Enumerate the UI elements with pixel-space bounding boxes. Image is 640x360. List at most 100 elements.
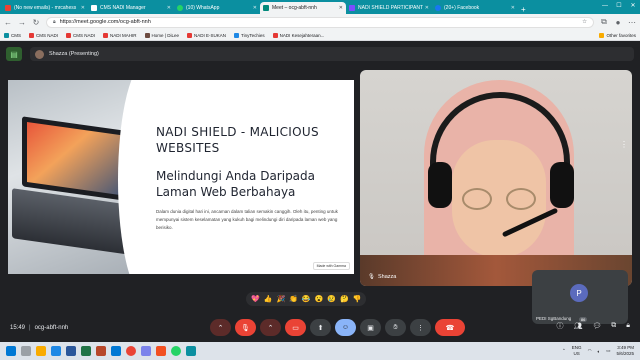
chat-icon[interactable]: 💬︎ xyxy=(592,322,601,330)
bookmark[interactable]: TinyTechies xyxy=(234,32,265,38)
minimize-button[interactable]: — xyxy=(598,0,612,12)
store-icon[interactable] xyxy=(156,346,166,356)
reaction-heart[interactable]: 💖 xyxy=(251,295,260,303)
tab-whatsapp[interactable]: (10) WhatsApp ✕ xyxy=(174,2,260,14)
bookmark-icon xyxy=(103,32,109,38)
wifi-icon[interactable]: ◠ xyxy=(588,348,592,354)
close-icon[interactable]: ✕ xyxy=(425,5,429,11)
browser-tab-strip: (No new emails) - mrcahess ✕ CMS NADI Man… xyxy=(0,0,640,14)
camera-options-button[interactable]: ⌃ xyxy=(260,319,281,336)
avatar xyxy=(35,49,44,59)
mic-options-button[interactable]: ⌃ xyxy=(210,319,231,336)
reaction-surprised[interactable]: 😮 xyxy=(315,295,324,303)
extensions-icon[interactable]: ⧉ xyxy=(600,17,608,27)
chrome-icon[interactable] xyxy=(126,346,136,356)
tab-gmail[interactable]: (No new emails) - mrcahess ✕ xyxy=(2,2,88,14)
bookmark[interactable]: CMS NADI xyxy=(66,32,95,38)
slide-title: NADI SHIELD - MALICIOUS WEBSITES xyxy=(156,125,319,155)
app-icon[interactable] xyxy=(186,346,196,356)
tab-facebook[interactable]: (20+) Facebook ✕ xyxy=(432,2,518,14)
back-icon[interactable]: ← xyxy=(4,18,12,27)
menu-icon[interactable]: ⋯ xyxy=(628,18,636,27)
bookmark[interactable]: CMS xyxy=(4,32,21,38)
tab-cms[interactable]: CMS NADI Manager ✕ xyxy=(88,2,174,14)
word-icon[interactable] xyxy=(66,346,76,356)
layout-toggle-button[interactable]: ▤ xyxy=(6,47,22,61)
forward-icon[interactable]: → xyxy=(18,18,26,27)
clock[interactable]: 3:49 PM 5/6/2025 xyxy=(616,345,634,357)
bookmark-label: CMS NADI xyxy=(36,32,59,38)
bookmark[interactable]: NADI E-SUKAN xyxy=(186,32,226,38)
headset-ear-left xyxy=(428,162,452,208)
tab-nadi-shield[interactable]: NADI SHIELD PARTICIPANT ✕ xyxy=(346,2,432,14)
more-options-button[interactable]: ⋮ xyxy=(410,319,431,336)
slide-curve xyxy=(118,80,148,274)
info-icon[interactable]: ⓘ xyxy=(556,321,563,331)
captions-button[interactable]: ▣ xyxy=(360,319,381,336)
close-icon[interactable]: ✕ xyxy=(339,5,343,11)
bookmark[interactable]: Home | DiLee xyxy=(144,32,179,38)
maximize-button[interactable]: ☐ xyxy=(612,0,626,12)
slide-subtitle: Melindungi Anda Daripada Laman Web Berba… xyxy=(156,169,316,199)
bookmark[interactable]: NADI Kesejahteraan... xyxy=(272,32,324,38)
volume-icon[interactable]: 🔈︎ xyxy=(598,349,601,354)
camera-toggle-button[interactable]: ▭ xyxy=(285,319,306,336)
reaction-clap[interactable]: 👏 xyxy=(289,295,298,303)
reaction-thumbs-up[interactable]: 👍 xyxy=(264,295,273,303)
windows-start-icon[interactable] xyxy=(6,346,16,356)
file-explorer-icon[interactable] xyxy=(36,346,46,356)
reaction-laugh[interactable]: 😂 xyxy=(302,295,311,303)
reload-icon[interactable]: ↻ xyxy=(32,18,40,27)
participant-avatar: P xyxy=(570,284,588,302)
reaction-party[interactable]: 🎉 xyxy=(276,295,285,303)
close-icon[interactable]: ✕ xyxy=(511,5,515,11)
bookmark[interactable]: CMS NADI xyxy=(29,32,59,38)
new-tab-button[interactable]: + xyxy=(521,5,526,14)
other-favorites[interactable]: Other favorites xyxy=(599,32,636,38)
host-controls-icon[interactable]: 🔒︎ xyxy=(626,322,630,330)
close-icon[interactable]: ✕ xyxy=(167,5,171,11)
star-icon[interactable]: ☆ xyxy=(582,19,587,25)
cms-icon xyxy=(91,5,97,11)
whatsapp-taskbar-icon[interactable] xyxy=(171,346,181,356)
more-options-icon[interactable]: ⋮ xyxy=(620,140,628,149)
chevron-up-icon[interactable]: ⌃ xyxy=(562,348,566,354)
tab-meet[interactable]: Meet – ocg-abft-nnh ✕ xyxy=(260,2,346,14)
bookmark-icon xyxy=(144,32,150,38)
close-icon[interactable]: ✕ xyxy=(253,5,257,11)
present-icon: ⬆ xyxy=(317,324,324,332)
leave-call-button[interactable]: ☎ xyxy=(435,319,465,336)
search-icon[interactable] xyxy=(21,346,31,356)
present-button[interactable]: ⬆ xyxy=(310,319,331,336)
presented-slide: NADI SHIELD - MALICIOUS WEBSITES Melindu… xyxy=(8,80,354,274)
region-code: US xyxy=(573,351,580,356)
presenting-label: Shazza (Presenting) xyxy=(49,51,99,57)
people-button[interactable]: 👥︎ 86 xyxy=(573,317,588,330)
bookmark-icon xyxy=(186,32,192,38)
reaction-thinking[interactable]: 🤔 xyxy=(340,295,349,303)
reaction-sad[interactable]: 😢 xyxy=(327,295,336,303)
excel-icon[interactable] xyxy=(81,346,91,356)
reaction-thumbs-down[interactable]: 👎 xyxy=(353,295,362,303)
speaker-video: 🎙︎ Shazza ⋮ xyxy=(360,70,632,286)
more-vert-icon: ⋮ xyxy=(417,324,424,332)
raise-hand-button[interactable]: ✋︎ xyxy=(385,319,406,336)
meeting-code: ocg-abft-nnh xyxy=(34,325,69,331)
profile-icon[interactable]: ● xyxy=(614,18,622,27)
powerpoint-icon[interactable] xyxy=(96,346,106,356)
battery-icon[interactable]: ▭ xyxy=(606,348,610,354)
teams-icon[interactable] xyxy=(141,346,151,356)
edge-icon[interactable] xyxy=(51,346,61,356)
side-panel-buttons: ⓘ 👥︎ 86 💬︎ ⧉ 🔒︎ xyxy=(556,317,630,331)
mic-toggle-button[interactable]: 🎙︎ xyxy=(235,319,256,336)
url-field[interactable]: 🔒︎ https://meet.google.com/ocg-abft-nnh … xyxy=(46,16,594,28)
camera-name: Shazza xyxy=(377,274,397,280)
close-window-button[interactable]: ✕ xyxy=(626,0,640,12)
bookmark[interactable]: NADI MAHIR xyxy=(103,32,137,38)
close-icon[interactable]: ✕ xyxy=(81,5,85,11)
outlook-icon[interactable] xyxy=(111,346,121,356)
activities-icon[interactable]: ⧉ xyxy=(611,322,616,330)
emoji-button[interactable]: ☺ xyxy=(335,319,356,336)
language-indicator[interactable]: ENG US xyxy=(572,345,582,357)
participant-count: 86 xyxy=(578,317,588,322)
